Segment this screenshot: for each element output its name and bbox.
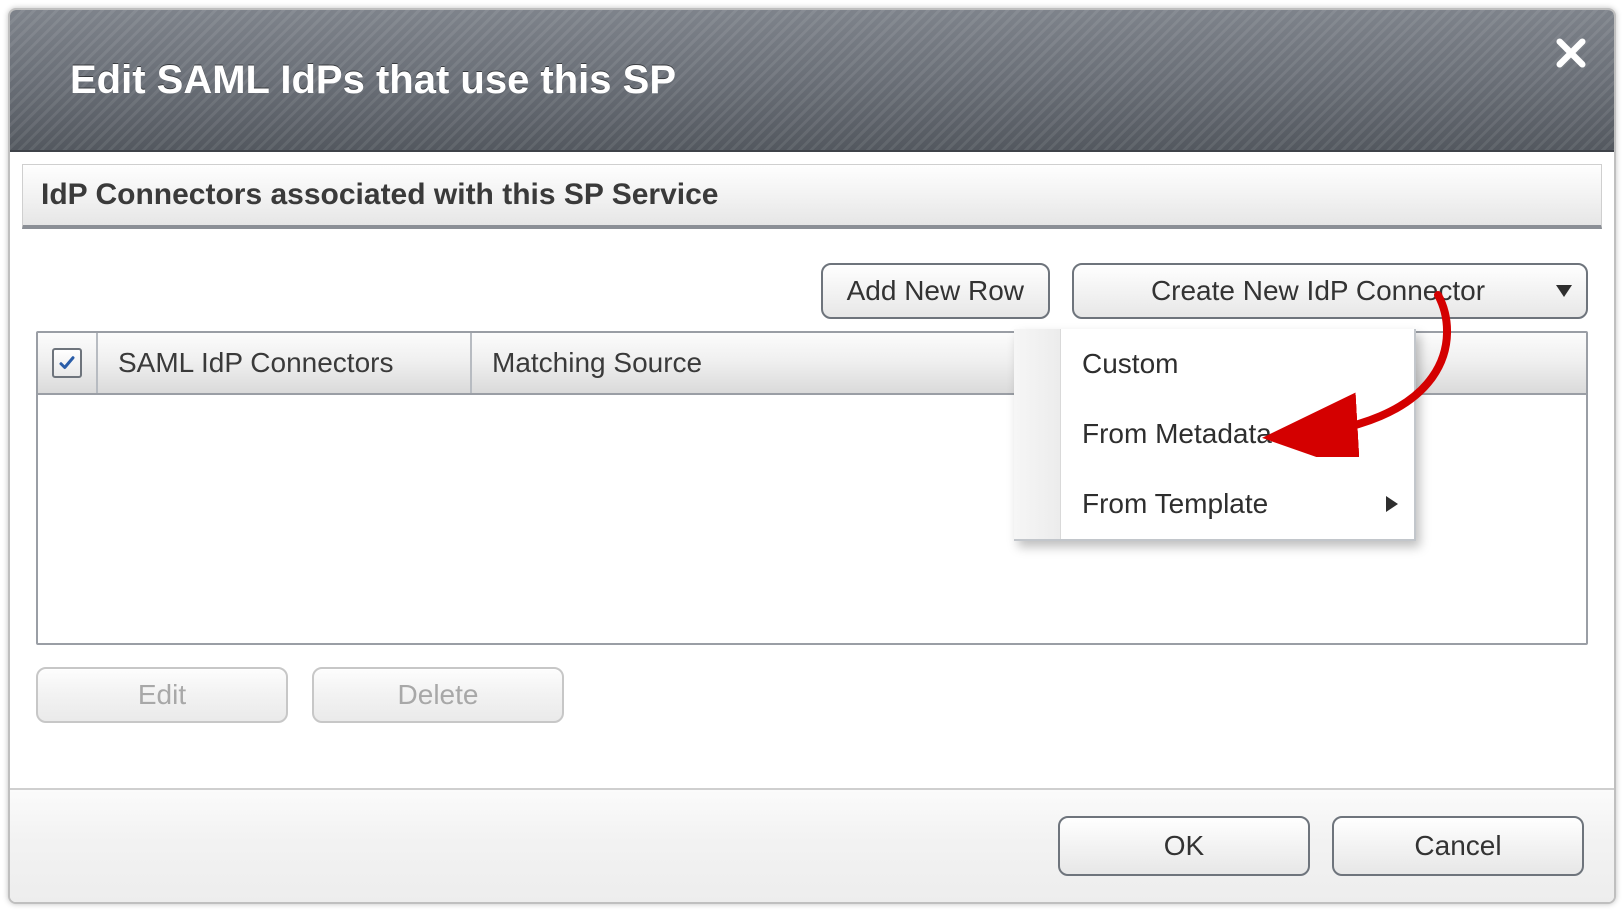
table-header-select-all[interactable] — [38, 333, 98, 393]
row-actions: Edit Delete — [36, 667, 1588, 723]
menu-item-custom[interactable]: Custom — [1014, 329, 1414, 399]
menu-item-label: Custom — [1082, 348, 1178, 380]
ok-button-label: OK — [1164, 830, 1204, 862]
chevron-right-icon — [1386, 496, 1398, 512]
dialog-footer: OK Cancel — [10, 788, 1614, 902]
add-new-row-button[interactable]: Add New Row — [821, 263, 1050, 319]
add-new-row-label: Add New Row — [847, 275, 1024, 307]
table-header-connectors[interactable]: SAML IdP Connectors — [98, 333, 472, 393]
table-toolbar: Add New Row Create New IdP Connector — [36, 263, 1588, 319]
create-new-idp-connector-label: Create New IdP Connector — [1151, 275, 1485, 307]
menu-item-label: From Template — [1082, 488, 1268, 520]
dialog-edit-saml-idps: Edit SAML IdPs that use this SP IdP Conn… — [8, 8, 1616, 904]
menu-item-label: From Metadata — [1082, 418, 1272, 450]
table-header-matching-label: Matching Source — [492, 347, 702, 379]
dialog-title-bar: Edit SAML IdPs that use this SP — [10, 10, 1614, 152]
section-title: IdP Connectors associated with this SP S… — [41, 178, 718, 212]
ok-button[interactable]: OK — [1058, 816, 1310, 876]
cancel-button[interactable]: Cancel — [1332, 816, 1584, 876]
section-header: IdP Connectors associated with this SP S… — [22, 164, 1602, 229]
create-new-idp-connector-button[interactable]: Create New IdP Connector — [1072, 263, 1588, 319]
menu-item-from-template[interactable]: From Template — [1014, 469, 1414, 539]
menu-item-from-metadata[interactable]: From Metadata — [1014, 399, 1414, 469]
edit-button[interactable]: Edit — [36, 667, 288, 723]
edit-button-label: Edit — [138, 679, 186, 711]
delete-button-label: Delete — [398, 679, 479, 711]
dialog-title: Edit SAML IdPs that use this SP — [70, 58, 676, 103]
checkbox-icon[interactable] — [52, 348, 82, 378]
delete-button[interactable]: Delete — [312, 667, 564, 723]
dialog-content: Add New Row Create New IdP Connector SAM… — [10, 229, 1614, 723]
cancel-button-label: Cancel — [1414, 830, 1501, 862]
chevron-down-icon — [1556, 285, 1572, 297]
table-header-connectors-label: SAML IdP Connectors — [118, 347, 393, 379]
create-connector-menu: Custom From Metadata From Template — [1014, 329, 1416, 541]
close-icon[interactable] — [1554, 36, 1588, 70]
